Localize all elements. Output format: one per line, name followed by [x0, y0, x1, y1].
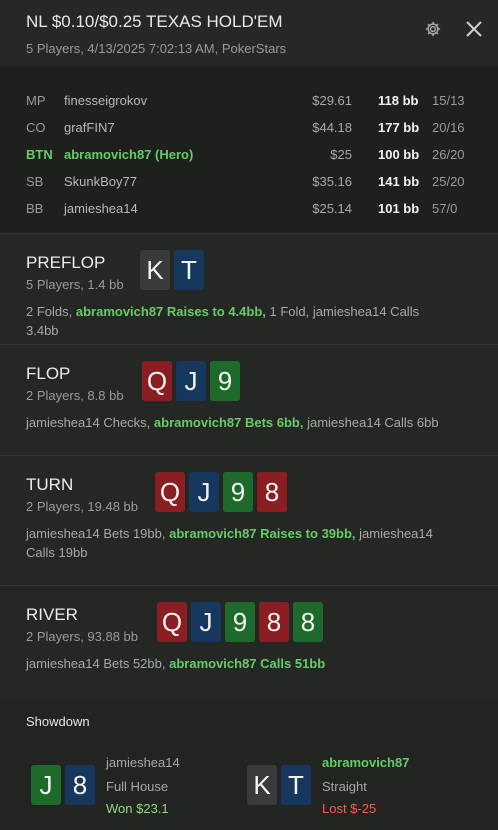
action-text: 2 Folds, [26, 304, 76, 319]
street-turn: TURN 2 Players, 19.48 bb QJ98 jamieshea1… [0, 456, 498, 586]
hero-action: abramovich87 Bets 6bb, [153, 415, 304, 430]
player-stack: $44.18 [312, 120, 352, 135]
player-position: MP [26, 93, 46, 108]
street-actions: 2 Folds, abramovich87 Raises to 4.4bb, 1… [26, 302, 446, 340]
players-table: MP finesseigrokov $29.61 118 bb 15/13 CO… [0, 66, 498, 234]
showdown-hand-rank: Straight [322, 779, 367, 794]
playing-card: J [189, 472, 219, 512]
player-bb: 118 bb [378, 93, 419, 108]
hand-header: NL $0.10/$0.25 TEXAS HOLD'EM 5 Players, … [0, 0, 498, 66]
player-name: abramovich87 (Hero) [64, 147, 194, 162]
hero-action: abramovich87 Raises to 39bb, [169, 526, 356, 541]
hero-action: abramovich87 Raises to 4.4bb, [75, 304, 266, 319]
street-info: 2 Players, 19.48 bb [26, 499, 139, 514]
playing-card: 9 [210, 361, 240, 401]
street-name: TURN [26, 475, 74, 494]
action-text: jamieshea14 Checks, [26, 415, 154, 430]
playing-card: T [281, 765, 311, 805]
street-name: PREFLOP [26, 253, 106, 272]
player-bb: 141 bb [378, 174, 420, 189]
player-stat: 57/0 [432, 201, 458, 216]
street-info: 5 Players, 1.4 bb [26, 277, 124, 292]
street-info: 2 Players, 8.8 bb [26, 388, 124, 403]
showdown-panel: Showdown J8 jamieshea14 Full House Won $… [0, 697, 498, 830]
player-stack: $29.61 [312, 93, 352, 108]
street-river: RIVER 2 Players, 93.88 bb QJ988 jamieshe… [0, 586, 498, 697]
playing-card: Q [155, 472, 185, 512]
player-row[interactable]: CO grafFIN7 $44.18 177 bb 20/16 [0, 120, 498, 140]
showdown-result: Lost $-25 [322, 801, 377, 816]
player-stat: 26/20 [432, 147, 465, 162]
playing-card: K [247, 765, 277, 805]
player-row[interactable]: SB SkunkBoy77 $35.16 141 bb 25/20 [0, 174, 498, 194]
showdown-hand-rank: Full House [106, 779, 169, 794]
playing-card: 8 [257, 472, 287, 512]
playing-card: T [174, 250, 204, 290]
gear-icon[interactable] [424, 20, 442, 38]
player-name: jamieshea14 [64, 201, 138, 216]
player-stack: $35.16 [312, 174, 352, 189]
street-actions: jamieshea14 Bets 52bb, abramovich87 Call… [26, 654, 446, 673]
playing-card: 8 [293, 602, 323, 642]
player-stat: 15/13 [432, 93, 465, 108]
street-name: FLOP [26, 364, 71, 383]
playing-card: 8 [65, 765, 95, 805]
street-name: RIVER [26, 605, 78, 624]
playing-card: J [31, 765, 61, 805]
hero-action: abramovich87 Calls 51bb [169, 656, 326, 671]
player-bb: 100 bb [378, 147, 420, 162]
playing-card: Q [157, 602, 187, 642]
action-text: jamieshea14 Calls 6bb [303, 415, 439, 430]
player-name: SkunkBoy77 [64, 174, 137, 189]
playing-card: 8 [259, 602, 289, 642]
player-position: BTN [26, 147, 53, 162]
player-name: grafFIN7 [64, 120, 115, 135]
player-name: finesseigrokov [64, 93, 148, 108]
player-row[interactable]: MP finesseigrokov $29.61 118 bb 15/13 [0, 93, 498, 113]
close-icon[interactable] [464, 19, 484, 39]
player-stack: $25.14 [312, 201, 352, 216]
player-position: CO [26, 120, 46, 135]
playing-card: 9 [225, 602, 255, 642]
hand-subtitle: 5 Players, 4/13/2025 7:02:13 AM, PokerSt… [26, 41, 287, 56]
player-stat: 25/20 [432, 174, 465, 189]
player-position: SB [26, 174, 44, 189]
showdown-player-name: abramovich87 [322, 755, 410, 770]
street-actions: jamieshea14 Checks, abramovich87 Bets 6b… [26, 413, 446, 432]
playing-card: 9 [223, 472, 253, 512]
action-text: jamieshea14 Bets 52bb, [26, 656, 170, 671]
player-bb: 101 bb [378, 201, 420, 216]
showdown-result: Won $23.1 [106, 801, 169, 816]
street-preflop: PREFLOP 5 Players, 1.4 bb KT 2 Folds, ab… [0, 234, 498, 345]
player-position: BB [26, 201, 44, 216]
player-row[interactable]: BB jamieshea14 $25.14 101 bb 57/0 [0, 201, 498, 221]
showdown-title: Showdown [26, 714, 90, 729]
player-bb: 177 bb [378, 120, 420, 135]
showdown-player-name: jamieshea14 [106, 755, 180, 770]
playing-card: J [191, 602, 221, 642]
player-stack: $25 [330, 147, 352, 162]
playing-card: Q [142, 361, 172, 401]
player-stat: 20/16 [432, 120, 465, 135]
playing-card: K [140, 250, 170, 290]
action-text: jamieshea14 Bets 19bb, [26, 526, 170, 541]
street-info: 2 Players, 93.88 bb [26, 629, 139, 644]
street-actions: jamieshea14 Bets 19bb, abramovich87 Rais… [26, 524, 446, 562]
player-row-hero[interactable]: BTN abramovich87 (Hero) $25 100 bb 26/20 [0, 147, 498, 167]
street-flop: FLOP 2 Players, 8.8 bb QJ9 jamieshea14 C… [0, 345, 498, 456]
page-title: NL $0.10/$0.25 TEXAS HOLD'EM [26, 12, 283, 31]
playing-card: J [176, 361, 206, 401]
